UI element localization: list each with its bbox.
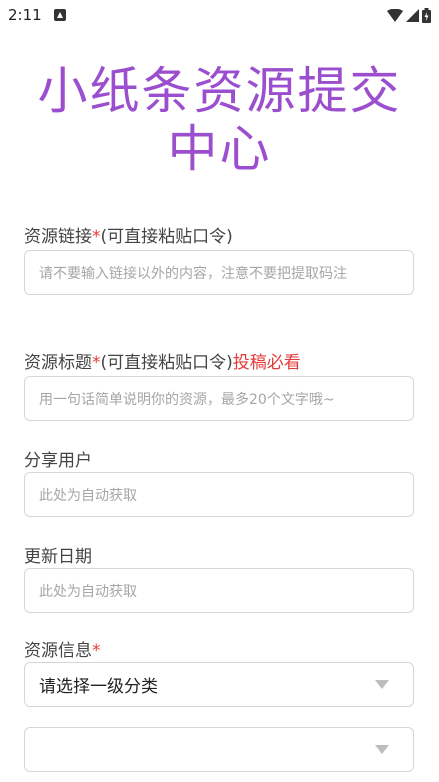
- share-user-input[interactable]: 此处为自动获取: [24, 472, 414, 517]
- title-label-suffix: (可直接粘贴口令): [100, 353, 233, 373]
- info-label-text: 资源信息: [24, 641, 92, 661]
- category-level1-value: 请选择一级分类: [39, 677, 158, 697]
- page-title-line-1: 小纸条资源提交: [37, 62, 402, 120]
- date-placeholder: 此处为自动获取: [39, 583, 137, 600]
- title-required-mark: *: [92, 353, 101, 373]
- page-title: 小纸条资源提交 中心: [12, 62, 427, 178]
- link-required-mark: *: [92, 227, 101, 247]
- link-label-text: 资源链接: [24, 227, 92, 247]
- user-label: 分享用户: [24, 451, 92, 471]
- chevron-down-icon: [375, 680, 389, 689]
- wifi-icon: [387, 8, 403, 22]
- title-label-text: 资源标题: [24, 353, 92, 373]
- status-bar: 2:11: [0, 0, 439, 30]
- link-label: 资源链接*(可直接粘贴口令): [24, 222, 233, 247]
- signal-icon: [406, 8, 419, 22]
- category-level1-select[interactable]: 请选择一级分类: [24, 662, 414, 707]
- category-level2-select[interactable]: [24, 727, 414, 772]
- update-date-input[interactable]: 此处为自动获取: [24, 568, 414, 613]
- battery-icon: [422, 7, 431, 23]
- title-placeholder: 用一句话简单说明你的资源，最多20个文字哦~: [39, 391, 335, 408]
- submission-guide-link[interactable]: 投稿必看: [233, 353, 301, 373]
- date-label: 更新日期: [24, 547, 92, 567]
- status-right: [387, 7, 431, 23]
- page-title-line-2: 中心: [167, 120, 272, 178]
- link-placeholder: 请不要输入链接以外的内容，注意不要把提取码注: [39, 265, 347, 282]
- title-label: 资源标题*(可直接粘贴口令)投稿必看: [24, 348, 301, 373]
- user-placeholder: 此处为自动获取: [39, 487, 137, 504]
- link-input[interactable]: 请不要输入链接以外的内容，注意不要把提取码注: [24, 250, 414, 295]
- info-label: 资源信息*: [24, 636, 101, 661]
- status-time: 2:11: [8, 6, 42, 24]
- title-input[interactable]: 用一句话简单说明你的资源，最多20个文字哦~: [24, 376, 414, 421]
- status-left: 2:11: [8, 6, 66, 24]
- info-required-mark: *: [92, 641, 101, 661]
- notification-icon: [53, 9, 66, 21]
- chevron-down-icon: [375, 745, 389, 754]
- link-label-suffix: (可直接粘贴口令): [100, 227, 233, 247]
- resource-submit-page: 2:11 小纸条资源提交 中心 资源链接*(可直接粘贴口令) 请不要输入链接以外…: [0, 0, 439, 782]
